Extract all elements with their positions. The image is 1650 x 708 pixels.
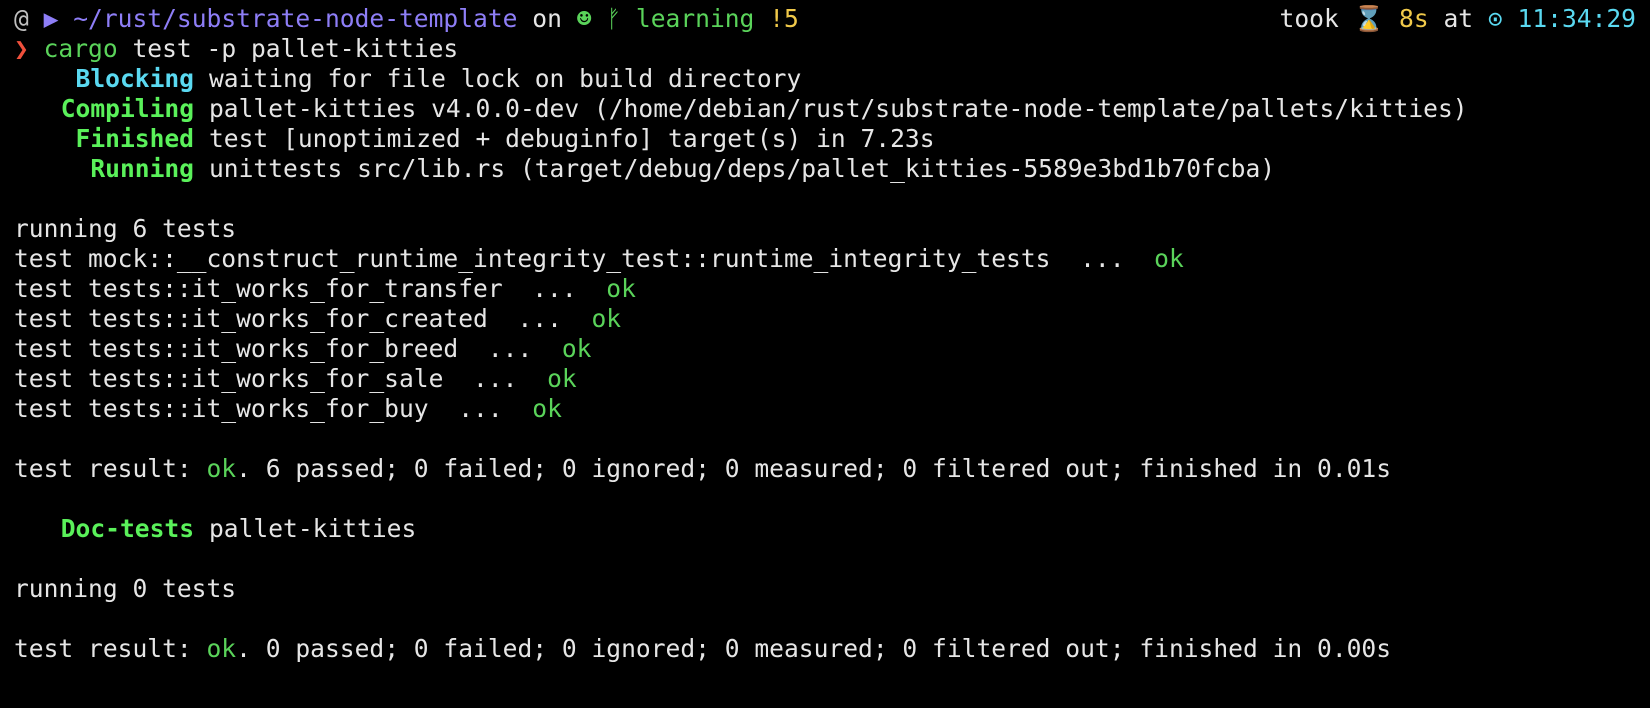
- result-summary: . 0 passed; 0 failed; 0 ignored; 0 measu…: [236, 634, 1392, 663]
- running-tests-line: running 6 tests: [14, 214, 237, 243]
- prompt-right: took ⌛ 8s at ⊙ 11:34:29: [1280, 4, 1636, 34]
- prompt-line: @ ▶ ~/rust/substrate-node-template on ☻ …: [14, 4, 1636, 34]
- test-line: test mock::__construct_runtime_integrity…: [14, 244, 1636, 274]
- test-dots: ...: [1080, 244, 1125, 273]
- on-word: on: [532, 4, 562, 33]
- cargo-status-label: Blocking: [75, 64, 194, 93]
- command-name: cargo: [43, 34, 118, 63]
- result-status: ok: [206, 454, 237, 483]
- test-name: test tests::it_works_for_breed: [14, 334, 459, 363]
- prompt-left: @ ▶ ~/rust/substrate-node-template on ☻ …: [14, 4, 799, 34]
- test-dots: ...: [487, 334, 533, 363]
- result-summary: . 6 passed; 0 failed; 0 ignored; 0 measu…: [236, 454, 1392, 483]
- test-result: ok: [547, 364, 577, 393]
- cargo-status-text: test [unoptimized + debuginfo] target(s)…: [209, 124, 935, 153]
- cargo-status-text: unittests src/lib.rs (target/debug/deps/…: [209, 154, 1276, 183]
- cargo-status-label: Compiling: [60, 94, 194, 123]
- test-name: test tests::it_works_for_sale: [14, 364, 444, 393]
- doc-tests-label: Doc-tests: [60, 514, 194, 543]
- current-directory: ~/rust/substrate-node-template: [73, 4, 518, 33]
- running-doc-tests-line: running 0 tests: [14, 574, 237, 603]
- cargo-status-line: Finished test [unoptimized + debuginfo] t…: [14, 124, 1636, 154]
- test-line: test tests::it_works_for_buy ... ok: [14, 394, 1636, 424]
- hourglass-icon: ⌛: [1353, 4, 1385, 33]
- test-result: ok: [1154, 244, 1184, 273]
- cargo-status-text: waiting for file lock on build directory: [209, 64, 802, 93]
- terminal-window[interactable]: @ ▶ ~/rust/substrate-node-template on ☻ …: [0, 0, 1650, 664]
- branch-icon: ᚠ: [606, 4, 622, 33]
- test-result: ok: [532, 394, 562, 423]
- git-branch: learning: [635, 4, 755, 33]
- prompt-time: 11:34:29: [1517, 4, 1636, 33]
- os-icon: @: [14, 4, 29, 33]
- cargo-status-line: Running unittests src/lib.rs (target/debu…: [14, 154, 1636, 184]
- cargo-status-text: pallet-kitties v4.0.0-dev (/home/debian/…: [209, 94, 1468, 123]
- test-line: test tests::it_works_for_created ... ok: [14, 304, 1636, 334]
- test-result: ok: [591, 304, 622, 333]
- command-line[interactable]: ❯ cargo test -p pallet-kitties: [14, 34, 1636, 64]
- cargo-status-label: Running: [90, 154, 194, 183]
- doc-tests-line: Doc-tests pallet-kitties: [14, 514, 1636, 544]
- command-args: test -p pallet-kitties: [132, 34, 459, 63]
- cargo-status-line: Compiling pallet-kitties v4.0.0-dev (/hom…: [14, 94, 1636, 124]
- folder-icon: ▶: [43, 4, 59, 33]
- result-prefix: test result:: [14, 634, 207, 663]
- test-line: test tests::it_works_for_transfer ... ok: [14, 274, 1636, 304]
- test-name: test tests::it_works_for_buy: [14, 394, 429, 423]
- at-word: at: [1443, 4, 1474, 33]
- test-name: test mock::__construct_runtime_integrity…: [14, 244, 1051, 273]
- test-result-line: test result: ok. 6 passed; 0 failed; 0 i…: [14, 454, 1636, 484]
- test-line: test tests::it_works_for_sale ... ok: [14, 364, 1636, 394]
- doc-tests-crate: pallet-kitties: [209, 514, 417, 543]
- test-dots: ...: [473, 364, 518, 393]
- test-dots: ...: [458, 394, 503, 423]
- command-duration: 8s: [1399, 4, 1429, 33]
- took-word: took: [1279, 4, 1339, 33]
- cargo-status-label: Finished: [75, 124, 194, 153]
- test-name: test tests::it_works_for_transfer: [14, 274, 503, 303]
- test-result: ok: [561, 334, 592, 363]
- test-result: ok: [606, 274, 636, 303]
- doc-test-result-line: test result: ok. 0 passed; 0 failed; 0 i…: [14, 634, 1636, 664]
- result-status: ok: [206, 634, 237, 663]
- github-icon: ☻: [576, 4, 592, 33]
- git-status: !5: [769, 4, 799, 33]
- test-line: test tests::it_works_for_breed ... ok: [14, 334, 1636, 364]
- cargo-status-line: Blocking waiting for file lock on build d…: [14, 64, 1636, 94]
- test-dots: ...: [517, 304, 562, 333]
- prompt-arrow-icon: ❯: [14, 34, 29, 63]
- result-prefix: test result:: [14, 454, 207, 483]
- clock-icon: ⊙: [1487, 4, 1503, 33]
- test-dots: ...: [532, 274, 577, 303]
- test-name: test tests::it_works_for_created: [14, 304, 488, 333]
